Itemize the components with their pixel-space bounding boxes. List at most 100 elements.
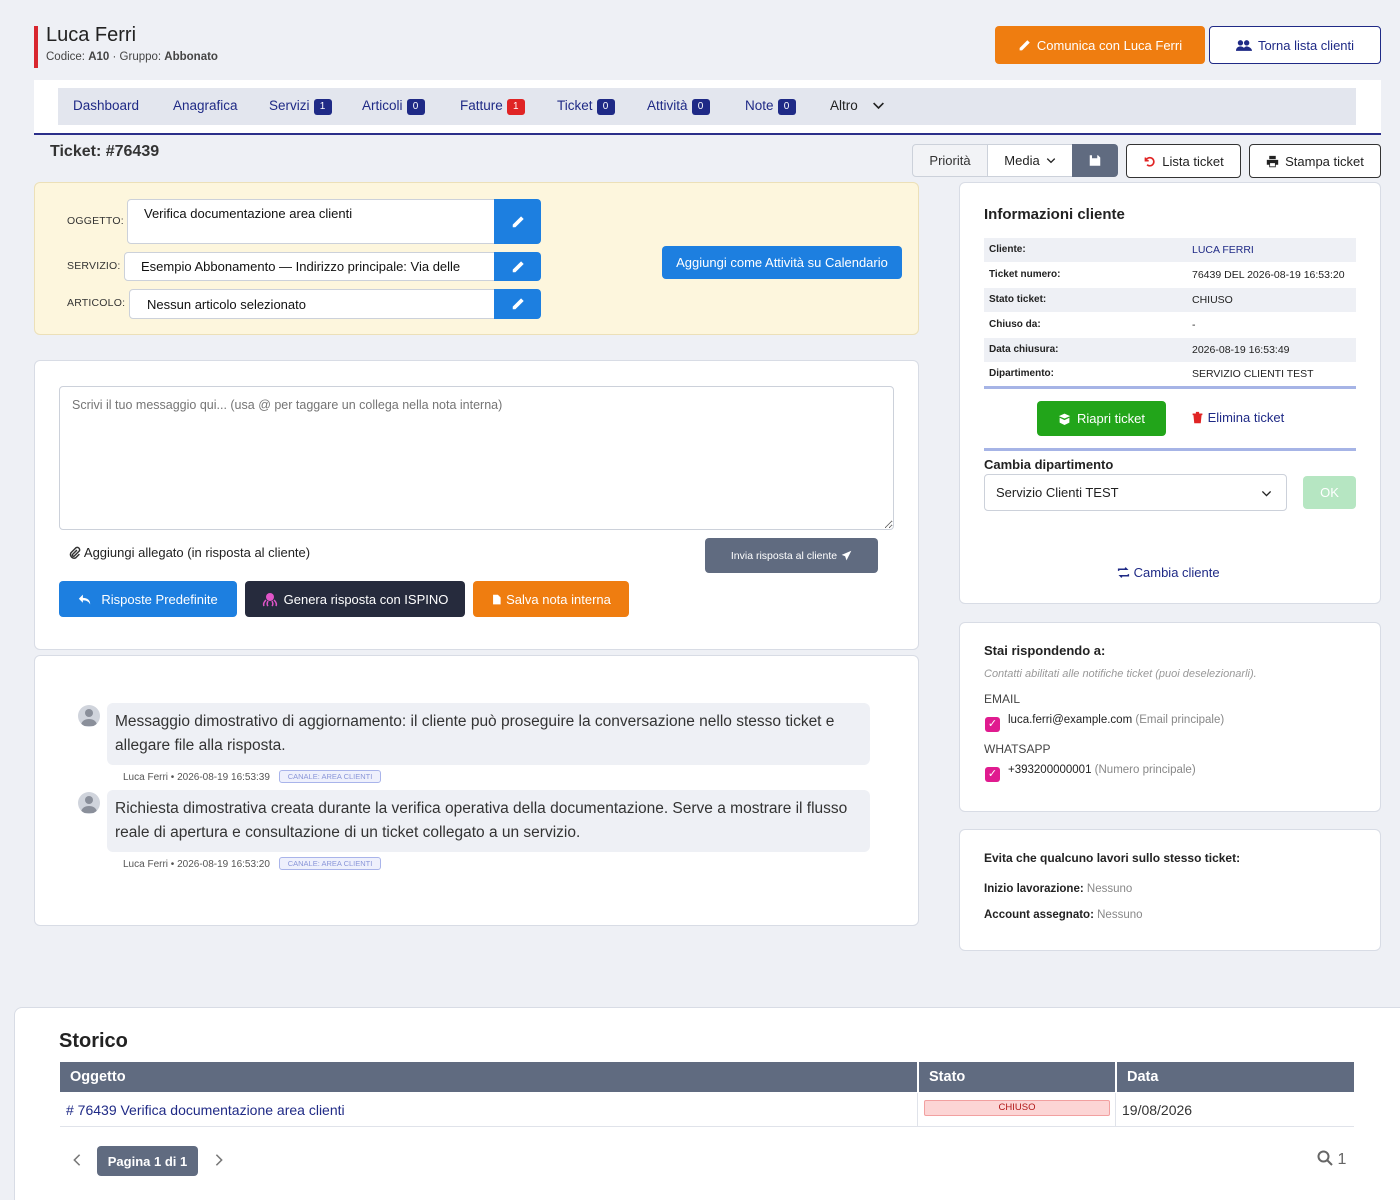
file-icon (493, 594, 501, 604)
tab-count-badge: 1 (506, 99, 525, 115)
tab-fatture[interactable]: Fatture 1 (460, 98, 525, 115)
tab-note[interactable]: Note 0 (745, 98, 796, 115)
print-ticket-button[interactable]: Stampa ticket (1249, 144, 1381, 178)
paper-plane-icon (841, 550, 852, 561)
client-group: Abbonato (164, 51, 218, 63)
tab-ticket[interactable]: Ticket 0 (557, 98, 615, 115)
delete-ticket-button[interactable]: Elimina ticket (1191, 410, 1284, 425)
edit-subject-button[interactable] (494, 199, 541, 244)
undo-icon (1144, 156, 1155, 167)
client-name: Luca Ferri (46, 24, 137, 46)
info-row-status: Stato ticket: CHIUSO (984, 288, 1356, 312)
tab-anagrafica[interactable]: Anagrafica (173, 98, 238, 113)
message-bubble: Messaggio dimostrativo di aggiornamento:… (107, 703, 870, 765)
user-avatar-icon (78, 705, 100, 727)
department-select[interactable]: Servizio Clienti TEST (984, 474, 1287, 511)
edit-article-button[interactable] (494, 289, 541, 319)
table-row-divider (917, 1093, 918, 1127)
tab-count-badge: 0 (777, 99, 796, 115)
search-results[interactable]: 1 (1317, 1150, 1346, 1169)
chevron-down-icon (1261, 490, 1272, 497)
message-meta: Luca Ferri • 2026-08-19 16:53:20 CANALE:… (123, 857, 382, 870)
tab-count-badge: 0 (406, 99, 425, 115)
divider (984, 448, 1356, 451)
replying-to-hint: Contatti abilitati alle notifiche ticket… (984, 668, 1257, 680)
info-row-ticket-number: Ticket numero: 76439 DEL 2026-08-19 16:53… (989, 269, 1345, 281)
save-priority-button[interactable] (1072, 144, 1118, 177)
email-checkbox[interactable]: ✓ (985, 717, 1000, 732)
pencil-icon (512, 260, 524, 272)
article-label: ARTICOLO: (67, 297, 126, 309)
chevron-right-icon (215, 1154, 223, 1166)
tab-count-badge: 1 (313, 99, 332, 115)
tabs-underline (34, 133, 1381, 135)
tab-dashboard[interactable]: Dashboard (73, 98, 139, 113)
tab-servizi[interactable]: Servizi 1 (269, 98, 332, 115)
info-row-closed-by: Chiuso da: - (989, 319, 1196, 331)
prev-page-button[interactable] (70, 1152, 84, 1168)
subject-input[interactable]: Verifica documentazione area clienti (127, 199, 495, 244)
article-select[interactable]: Nessun articolo selezionato (129, 289, 495, 319)
service-select[interactable]: Esempio Abbonamento — Indirizzo principa… (124, 252, 495, 281)
back-to-clients-button[interactable]: Torna lista clienti (1209, 26, 1381, 64)
email-contact: luca.ferri@example.com (Email principale… (1008, 714, 1225, 726)
reopen-ticket-button[interactable]: Riapri ticket (1037, 401, 1166, 436)
info-row-close-date: Data chiusura: 2026-08-19 16:53:49 (984, 338, 1356, 362)
generate-ai-reply-button[interactable]: Genera risposta con ISPINO (245, 581, 465, 617)
tab-articoli[interactable]: Articoli 0 (362, 98, 425, 115)
client-meta: Codice: A10 · Gruppo: Abbonato (46, 51, 218, 63)
box-open-icon (1058, 413, 1071, 425)
channel-badge: CANALE: AREA CLIENTI (278, 857, 382, 870)
assigned-account-info: Account assegnato: Nessuno (984, 909, 1143, 921)
tab-attivita[interactable]: Attività 0 (647, 98, 710, 115)
tab-altro[interactable]: Altro (830, 98, 885, 113)
priority-select[interactable]: Media (987, 144, 1073, 177)
column-header-status[interactable]: Stato (919, 1062, 1115, 1092)
predefined-replies-button[interactable]: Risposte Predefinite (59, 581, 237, 617)
save-internal-note-button[interactable]: Salva nota interna (473, 581, 629, 617)
status-badge: CHIUSO (924, 1100, 1110, 1116)
page-indicator: Pagina 1 di 1 (97, 1146, 198, 1176)
chevron-down-icon (872, 102, 884, 110)
client-link[interactable]: LUCA FERRI (1192, 244, 1254, 256)
whatsapp-checkbox[interactable]: ✓ (985, 767, 1000, 782)
message-meta: Luca Ferri • 2026-08-19 16:53:39 CANALE:… (123, 770, 382, 783)
edit-service-button[interactable] (494, 252, 541, 281)
history-ticket-link[interactable]: # 76439 Verifica documentazione area cli… (66, 1102, 345, 1118)
reply-icon (79, 594, 91, 604)
next-page-button[interactable] (212, 1152, 226, 1168)
column-header-subject[interactable]: Oggetto (60, 1062, 917, 1092)
swap-icon (1117, 567, 1130, 578)
service-label: SERVIZIO: (67, 260, 121, 272)
user-avatar-icon (78, 792, 100, 814)
info-row-department: Dipartimento: SERVIZIO CLIENTI TEST (989, 368, 1314, 380)
trash-icon (1192, 411, 1203, 424)
add-calendar-activity-button[interactable]: Aggiungi come Attività su Calendario (662, 246, 902, 279)
ticket-title: Ticket: #76439 (50, 143, 160, 160)
tab-count-badge: 0 (691, 99, 710, 115)
floppy-disk-icon (1089, 155, 1101, 166)
info-row-client: Cliente: LUCA FERRI (984, 238, 1356, 262)
divider (984, 386, 1356, 389)
work-start-info: Inizio lavorazione: Nessuno (984, 883, 1133, 895)
priority-label: Priorità (912, 144, 988, 177)
message-bubble: Richiesta dimostrativa creata durante la… (107, 790, 870, 852)
table-row-divider (1115, 1093, 1116, 1127)
octopus-icon (262, 593, 277, 607)
change-client-link[interactable]: Cambia cliente (1117, 565, 1220, 580)
department-ok-button[interactable]: OK (1303, 476, 1356, 509)
header-accent-bar (34, 26, 38, 68)
send-reply-button[interactable]: Invia risposta al cliente (705, 538, 878, 573)
printer-icon (1266, 155, 1279, 167)
contact-client-button[interactable]: Comunica con Luca Ferri (995, 26, 1205, 64)
ticket-list-button[interactable]: Lista ticket (1126, 144, 1241, 178)
pencil-icon (512, 298, 524, 310)
client-info-title: Informazioni cliente (984, 206, 1125, 223)
chevron-left-icon (73, 1154, 81, 1166)
channel-badge: CANALE: AREA CLIENTI (278, 770, 382, 783)
reply-textarea[interactable] (59, 386, 894, 530)
department-label: Cambia dipartimento (984, 457, 1114, 472)
attach-file-link[interactable]: Aggiungi allegato (in risposta al client… (68, 545, 310, 560)
search-icon (1317, 1150, 1333, 1166)
column-header-date[interactable]: Data (1117, 1062, 1354, 1092)
